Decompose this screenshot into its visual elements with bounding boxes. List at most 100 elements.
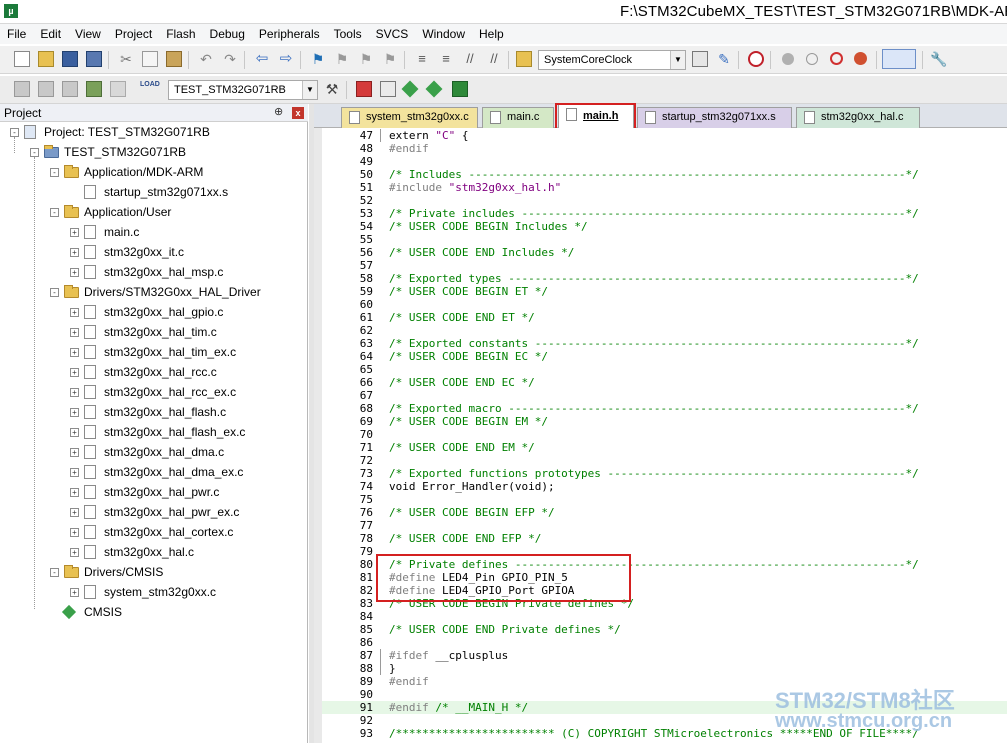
tab-main-c[interactable]: main.c	[482, 107, 554, 128]
bookmark-icon[interactable]: ⚑	[310, 51, 326, 67]
disable-breakpoints-icon[interactable]	[830, 52, 843, 65]
indent-icon[interactable]: ≡	[414, 51, 430, 67]
batch-build-icon[interactable]	[86, 81, 102, 97]
menu-view[interactable]: View	[68, 24, 108, 44]
tree-item-file[interactable]: startup_stm32g071xx.s	[0, 182, 300, 202]
close-icon[interactable]: x	[292, 107, 304, 119]
paste-icon[interactable]	[166, 51, 182, 67]
tree-item-file[interactable]: + stm32g0xx_hal_flash.c	[0, 402, 300, 422]
tree-item-target[interactable]: - TEST_STM32G071RB	[0, 142, 300, 162]
nav-forward-icon[interactable]: ⇨	[278, 51, 294, 67]
tree-item-file[interactable]: + stm32g0xx_hal_dma.c	[0, 442, 300, 462]
fold-marker[interactable]	[380, 129, 381, 142]
find-icon[interactable]	[692, 51, 708, 67]
manage-runtime-icon[interactable]	[380, 81, 396, 97]
tree-item-group[interactable]: - Drivers/CMSIS	[0, 562, 300, 582]
expand-icon[interactable]: +	[70, 228, 79, 237]
menu-project[interactable]: Project	[108, 24, 159, 44]
fold-marker[interactable]	[380, 649, 381, 662]
unindent-icon[interactable]: ≡	[438, 51, 454, 67]
expand-icon[interactable]: +	[70, 428, 79, 437]
comment-icon[interactable]: //	[462, 51, 478, 67]
tree-item-file[interactable]: + stm32g0xx_hal_pwr_ex.c	[0, 502, 300, 522]
collapse-icon[interactable]: -	[50, 168, 59, 177]
manage-components-icon[interactable]	[452, 81, 468, 97]
select-packs-icon[interactable]	[401, 80, 419, 98]
collapse-icon[interactable]: -	[50, 568, 59, 577]
tree-item-file[interactable]: + stm32g0xx_hal_rcc_ex.c	[0, 382, 300, 402]
collapse-icon[interactable]: -	[50, 208, 59, 217]
expand-icon[interactable]: +	[70, 268, 79, 277]
next-bookmark-icon[interactable]: ⚑	[358, 51, 374, 67]
tree-item-group[interactable]: - Drivers/STM32G0xx_HAL_Driver	[0, 282, 300, 302]
menu-flash[interactable]: Flash	[159, 24, 202, 44]
clear-bookmarks-icon[interactable]: ⚑	[382, 51, 398, 67]
expand-icon[interactable]: +	[70, 468, 79, 477]
kill-breakpoints-icon[interactable]	[854, 52, 867, 65]
cut-icon[interactable]: ✂	[118, 51, 134, 67]
menu-debug[interactable]: Debug	[203, 24, 252, 44]
copy-icon[interactable]	[142, 51, 158, 67]
redo-icon[interactable]: ↷	[222, 51, 238, 67]
tree-item-file[interactable]: + stm32g0xx_hal_tim_ex.c	[0, 342, 300, 362]
tree-item-file[interactable]: + system_stm32g0xx.c	[0, 582, 300, 602]
download-load-icon[interactable]: LOAD	[140, 81, 160, 97]
expand-icon[interactable]: +	[70, 548, 79, 557]
tree-item-file[interactable]: + stm32g0xx_hal_msp.c	[0, 262, 300, 282]
expand-icon[interactable]: +	[70, 408, 79, 417]
expand-icon[interactable]: +	[70, 528, 79, 537]
enable-breakpoint-icon[interactable]	[806, 53, 818, 65]
menu-tools[interactable]: Tools	[327, 24, 369, 44]
tree-item-cmsis[interactable]: CMSIS	[0, 602, 300, 622]
tab-system-stm32g0xx-c[interactable]: system_stm32g0xx.c	[341, 107, 478, 128]
chevron-down-icon[interactable]: ▼	[302, 81, 317, 99]
new-file-icon[interactable]	[14, 51, 30, 67]
tree-item-group[interactable]: - Application/User	[0, 202, 300, 222]
expand-icon[interactable]: +	[70, 508, 79, 517]
undo-icon[interactable]: ↶	[198, 51, 214, 67]
expand-icon[interactable]: +	[70, 308, 79, 317]
incremental-find-icon[interactable]: ✎	[716, 51, 732, 67]
expand-icon[interactable]: +	[70, 448, 79, 457]
tab-startup-s[interactable]: startup_stm32g071xx.s	[637, 107, 792, 128]
expand-icon[interactable]: +	[70, 368, 79, 377]
save-all-icon[interactable]	[86, 51, 102, 67]
translate-icon[interactable]	[14, 81, 30, 97]
menu-help[interactable]: Help	[472, 24, 511, 44]
collapse-icon[interactable]: -	[30, 148, 39, 157]
find-in-files-icon[interactable]	[516, 51, 532, 67]
expand-icon[interactable]: +	[70, 248, 79, 257]
tree-item-file[interactable]: + stm32g0xx_it.c	[0, 242, 300, 262]
tree-item-file[interactable]: + main.c	[0, 222, 300, 242]
expand-icon[interactable]: +	[70, 348, 79, 357]
expand-icon[interactable]: +	[70, 488, 79, 497]
chevron-down-icon[interactable]: ▼	[670, 51, 685, 69]
pin-icon[interactable]: ⊕	[274, 105, 283, 118]
collapse-icon[interactable]: -	[10, 128, 19, 137]
search-combo[interactable]: SystemCoreClock ▼	[538, 50, 686, 70]
debug-session-icon[interactable]	[748, 51, 764, 67]
tree-item-file[interactable]: + stm32g0xx_hal_pwr.c	[0, 482, 300, 502]
expand-icon[interactable]: +	[70, 328, 79, 337]
tree-item-project-root[interactable]: - Project: TEST_STM32G071RB	[0, 122, 300, 142]
target-options-icon[interactable]: ⚒	[324, 81, 340, 97]
tree-item-file[interactable]: + stm32g0xx_hal_flash_ex.c	[0, 422, 300, 442]
uncomment-icon[interactable]: //	[486, 51, 502, 67]
collapse-icon[interactable]: -	[50, 288, 59, 297]
rebuild-icon[interactable]	[62, 81, 78, 97]
open-file-icon[interactable]	[38, 51, 54, 67]
menu-edit[interactable]: Edit	[33, 24, 68, 44]
file-extensions-icon[interactable]	[356, 81, 372, 97]
target-combo[interactable]: TEST_STM32G071RB ▼	[168, 80, 318, 100]
insert-breakpoint-icon[interactable]	[782, 53, 794, 65]
pack-installer-icon[interactable]	[425, 80, 443, 98]
tree-item-file[interactable]: + stm32g0xx_hal_rcc.c	[0, 362, 300, 382]
tree-item-group[interactable]: - Application/MDK-ARM	[0, 162, 300, 182]
code-editor[interactable]: 47 extern "C" {48 #endif 49 50 /* Includes --…	[314, 128, 1007, 743]
menu-peripherals[interactable]: Peripherals	[252, 24, 327, 44]
expand-icon[interactable]: +	[70, 388, 79, 397]
menu-svcs[interactable]: SVCS	[369, 24, 416, 44]
menu-file[interactable]: File	[0, 24, 33, 44]
fold-marker[interactable]	[380, 662, 381, 675]
tree-item-file[interactable]: + stm32g0xx_hal_cortex.c	[0, 522, 300, 542]
